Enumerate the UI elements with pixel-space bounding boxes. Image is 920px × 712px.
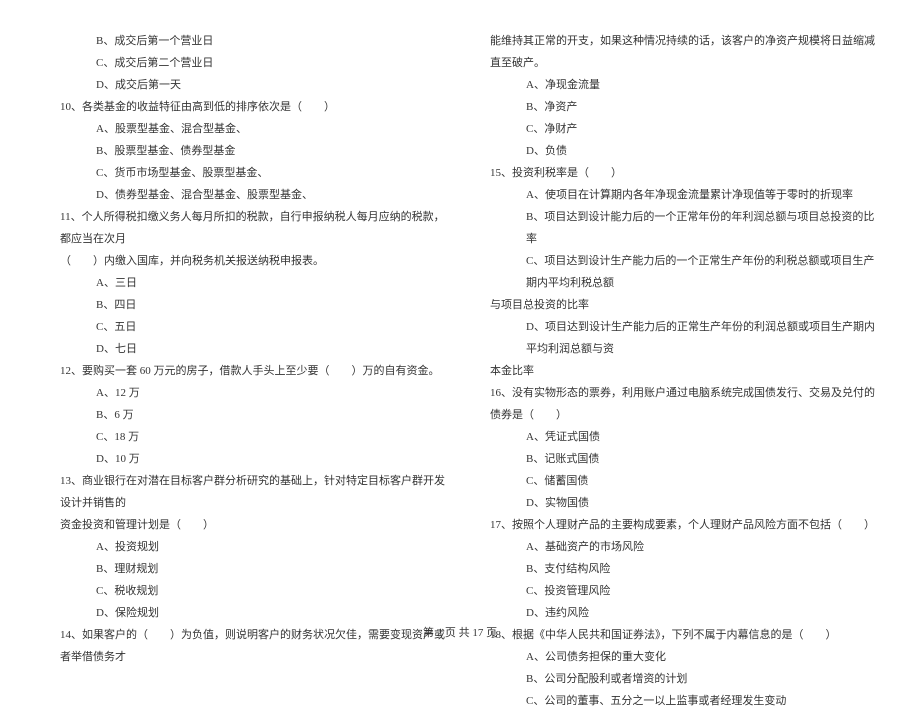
q16-option-c: C、储蓄国债 <box>490 470 880 492</box>
q10-option-d: D、债券型基金、混合型基金、股票型基金、 <box>60 184 450 206</box>
q16-option-a: A、凭证式国债 <box>490 426 880 448</box>
q11-option-c: C、五日 <box>60 316 450 338</box>
q10-option-c: C、货币市场型基金、股票型基金、 <box>60 162 450 184</box>
q10-option-b: B、股票型基金、债券型基金 <box>60 140 450 162</box>
q12-option-b: B、6 万 <box>60 404 450 426</box>
q17-option-c: C、投资管理风险 <box>490 580 880 602</box>
q12-option-c: C、18 万 <box>60 426 450 448</box>
q15-option-b: B、项目达到设计能力后的一个正常年份的年利润总额与项目总投资的比率 <box>490 206 880 250</box>
q15-option-c-cont: 与项目总投资的比率 <box>490 294 880 316</box>
q14-option-b: B、净资产 <box>490 96 880 118</box>
question-11: 11、个人所得税扣缴义务人每月所扣的税款，自行申报纳税人每月应纳的税款，都应当在… <box>60 206 450 250</box>
q11-option-a: A、三日 <box>60 272 450 294</box>
option-c: C、成交后第二个营业日 <box>60 52 450 74</box>
question-16: 16、没有实物形态的票券，利用账户通过电脑系统完成国债发行、交易及兑付的债券是（… <box>490 382 880 426</box>
q17-option-a: A、基础资产的市场风险 <box>490 536 880 558</box>
q15-option-d-cont: 本金比率 <box>490 360 880 382</box>
q18-option-a: A、公司债务担保的重大变化 <box>490 646 880 668</box>
question-15: 15、投资利税率是（ ） <box>490 162 880 184</box>
q14-option-c: C、净财产 <box>490 118 880 140</box>
q15-option-c: C、项目达到设计生产能力后的一个正常生产年份的利税总额或项目生产期内平均利税总额 <box>490 250 880 294</box>
q11-option-d: D、七日 <box>60 338 450 360</box>
q11-option-b: B、四日 <box>60 294 450 316</box>
q13-option-b: B、理财规划 <box>60 558 450 580</box>
q17-option-b: B、支付结构风险 <box>490 558 880 580</box>
q12-option-d: D、10 万 <box>60 448 450 470</box>
question-11-cont: （ ）内缴入国库，并向税务机关报送纳税申报表。 <box>60 250 450 272</box>
left-column: B、成交后第一个营业日 C、成交后第二个营业日 D、成交后第一天 10、各类基金… <box>60 30 470 620</box>
q13-option-c: C、税收规划 <box>60 580 450 602</box>
q16-option-b: B、记账式国债 <box>490 448 880 470</box>
option-d: D、成交后第一天 <box>60 74 450 96</box>
q17-option-d: D、违约风险 <box>490 602 880 624</box>
q10-option-a: A、股票型基金、混合型基金、 <box>60 118 450 140</box>
question-13-cont: 资金投资和管理计划是（ ） <box>60 514 450 536</box>
question-17: 17、按照个人理财产品的主要构成要素，个人理财产品风险方面不包括（ ） <box>490 514 880 536</box>
option-b: B、成交后第一个营业日 <box>60 30 450 52</box>
q14-option-d: D、负债 <box>490 140 880 162</box>
right-column: 能维持其正常的开支，如果这种情况持续的话，该客户的净资产规模将日益缩减直至破产。… <box>470 30 880 620</box>
q15-option-d: D、项目达到设计生产能力后的正常生产年份的利润总额或项目生产期内平均利润总额与资 <box>490 316 880 360</box>
question-13: 13、商业银行在对潜在目标客户群分析研究的基础上，针对特定目标客户群开发设计并销… <box>60 470 450 514</box>
q13-option-a: A、投资规划 <box>60 536 450 558</box>
question-14-cont: 能维持其正常的开支，如果这种情况持续的话，该客户的净资产规模将日益缩减直至破产。 <box>490 30 880 74</box>
q13-option-d: D、保险规划 <box>60 602 450 624</box>
page-footer: 第 2 页 共 17 页 <box>0 624 920 640</box>
q18-option-c: C、公司的董事、五分之一以上监事或者经理发生变动 <box>490 690 880 712</box>
question-12: 12、要购买一套 60 万元的房子，借款人手头上至少要（ ）万的自有资金。 <box>60 360 450 382</box>
q15-option-a: A、使项目在计算期内各年净现金流量累计净现值等于零时的折现率 <box>490 184 880 206</box>
q16-option-d: D、实物国债 <box>490 492 880 514</box>
q18-option-b: B、公司分配股利或者增资的计划 <box>490 668 880 690</box>
q14-option-a: A、净现金流量 <box>490 74 880 96</box>
question-10: 10、各类基金的收益特征由高到低的排序依次是（ ） <box>60 96 450 118</box>
q12-option-a: A、12 万 <box>60 382 450 404</box>
